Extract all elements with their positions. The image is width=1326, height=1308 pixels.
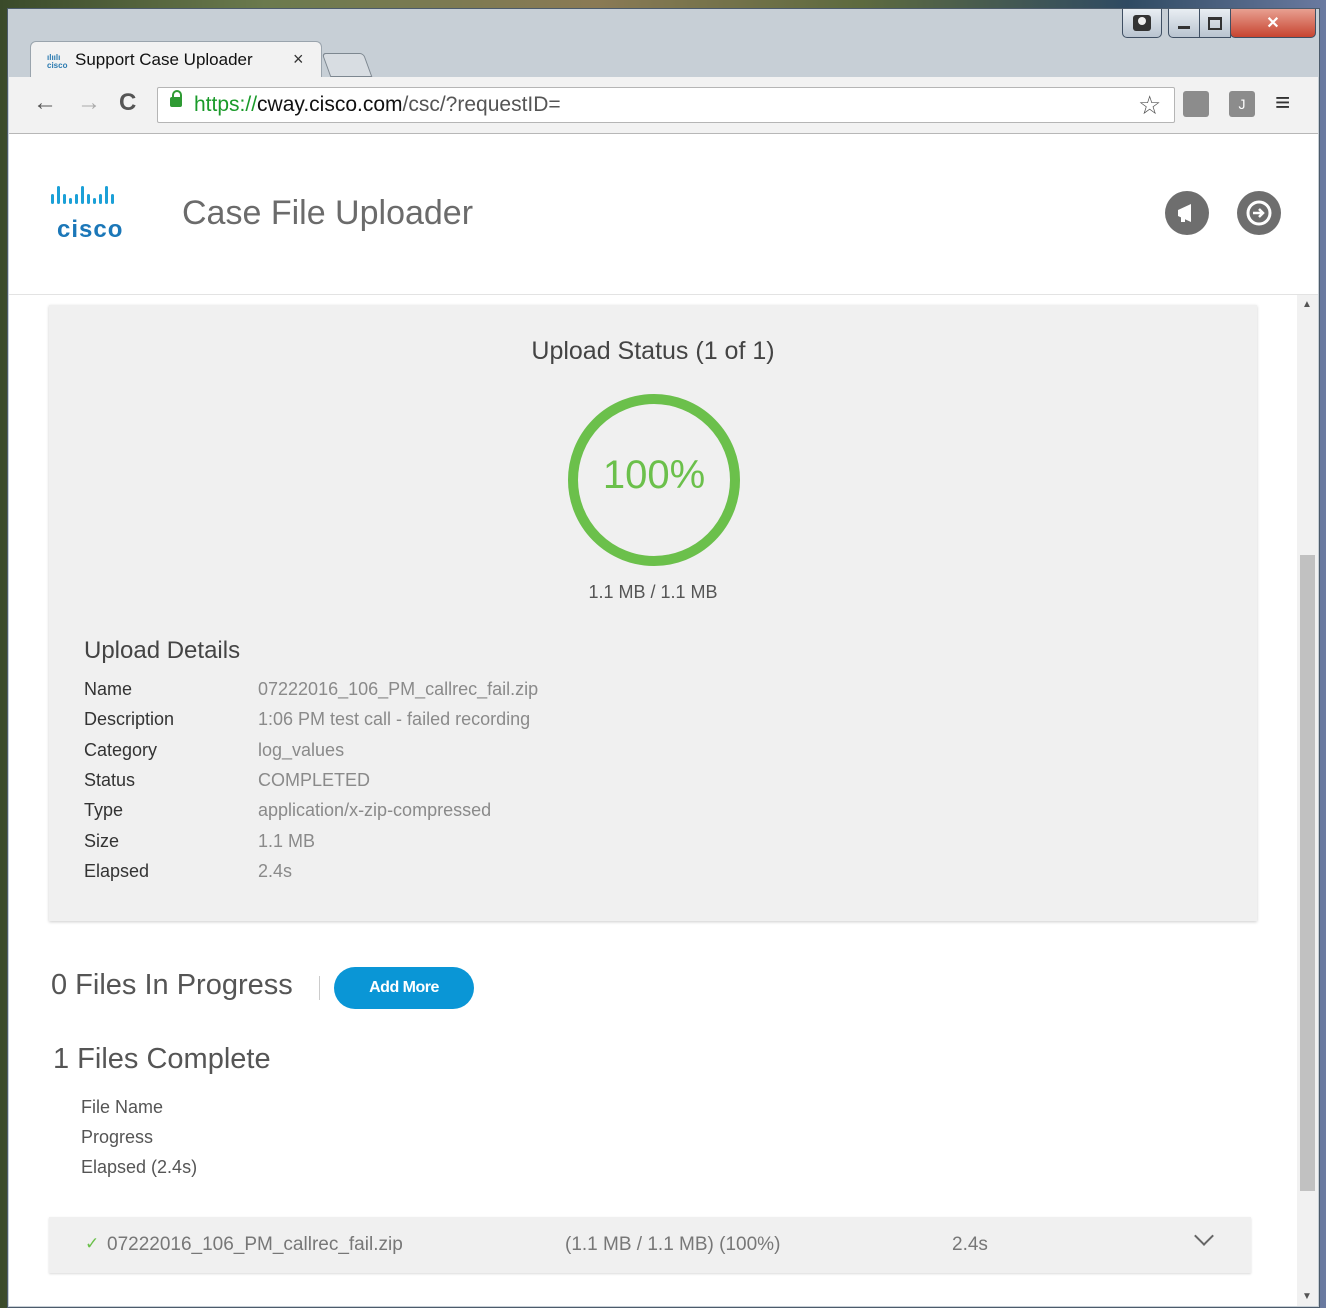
window-close-button[interactable]: ✕: [1230, 9, 1316, 38]
logout-icon[interactable]: [1237, 191, 1281, 235]
tab-close-icon[interactable]: ×: [293, 49, 304, 70]
chevron-down-icon[interactable]: [1194, 1226, 1214, 1246]
column-progress: Progress: [81, 1127, 154, 1147]
url-text[interactable]: https://cway.cisco.com/csc/?requestID=: [194, 93, 561, 117]
completed-file-row[interactable]: ✓ 07222016_106_PM_callrec_fail.zip (1.1 …: [49, 1217, 1251, 1273]
upload-status-panel: Upload Status (1 of 1) 100% 1.1 MB / 1.1…: [49, 305, 1257, 921]
files-complete-title: 1 Files Complete: [53, 1043, 271, 1075]
maximize-button[interactable]: [1199, 9, 1231, 38]
add-more-button[interactable]: Add More: [334, 967, 474, 1009]
minimize-button[interactable]: [1168, 9, 1200, 38]
reload-icon[interactable]: C: [119, 89, 136, 117]
check-icon: ✓: [85, 1234, 100, 1253]
cisco-logo-icon: [51, 186, 114, 204]
back-icon[interactable]: ←: [33, 89, 57, 117]
progress-size: 1.1 MB / 1.1 MB: [588, 582, 718, 602]
megaphone-icon[interactable]: [1165, 191, 1209, 235]
browser-toolbar: ← → C https://cway.cisco.com/csc/?reques…: [9, 77, 1318, 134]
address-bar[interactable]: https://cway.cisco.com/csc/?requestID= ☆: [157, 87, 1175, 123]
file-progress: (1.1 MB / 1.1 MB) (100%): [565, 1234, 781, 1255]
progress-percent: 100%: [602, 453, 706, 497]
lock-icon: [170, 90, 182, 107]
column-elapsed: Elapsed (2.4s): [81, 1157, 198, 1177]
upload-status-title: Upload Status (1 of 1): [531, 337, 775, 365]
upload-details-title: Upload Details: [84, 637, 241, 664]
scroll-up-icon[interactable]: ▲: [1302, 299, 1312, 310]
scrollbar[interactable]: ▲ ▼: [1297, 295, 1318, 1306]
extension-j-icon[interactable]: J: [1229, 91, 1255, 117]
divider: [319, 976, 320, 1000]
extension-icon[interactable]: [1183, 91, 1209, 117]
browser-tab[interactable]: ılıılı cisco Support Case Uploader ×: [30, 41, 322, 78]
browser-window: ✕ ılıılı cisco Support Case Uploader × ← …: [7, 8, 1320, 1308]
column-file-name: File Name: [81, 1097, 164, 1117]
cisco-favicon-icon: ılıılı cisco: [47, 53, 68, 70]
scroll-down-icon[interactable]: ▼: [1302, 1291, 1312, 1302]
main-content: Upload Status (1 of 1) 100% 1.1 MB / 1.1…: [9, 295, 1297, 1306]
cisco-logo-text: cisco: [57, 216, 124, 243]
files-in-progress-title: 0 Files In Progress: [51, 969, 293, 1001]
scrollbar-thumb[interactable]: [1300, 555, 1315, 1191]
menu-icon[interactable]: ≡: [1275, 87, 1290, 118]
page: cisco Case File Uploader Upload Status (…: [9, 134, 1318, 1306]
user-icon[interactable]: [1122, 9, 1162, 38]
bookmark-star-icon[interactable]: ☆: [1138, 90, 1161, 121]
tab-title: Support Case Uploader: [75, 50, 253, 69]
app-title: Case File Uploader: [182, 194, 474, 232]
app-header: cisco Case File Uploader: [9, 134, 1318, 295]
new-tab-button[interactable]: [321, 53, 373, 77]
forward-icon[interactable]: →: [77, 89, 101, 117]
file-name: 07222016_106_PM_callrec_fail.zip: [107, 1234, 403, 1255]
file-elapsed: 2.4s: [952, 1234, 988, 1255]
